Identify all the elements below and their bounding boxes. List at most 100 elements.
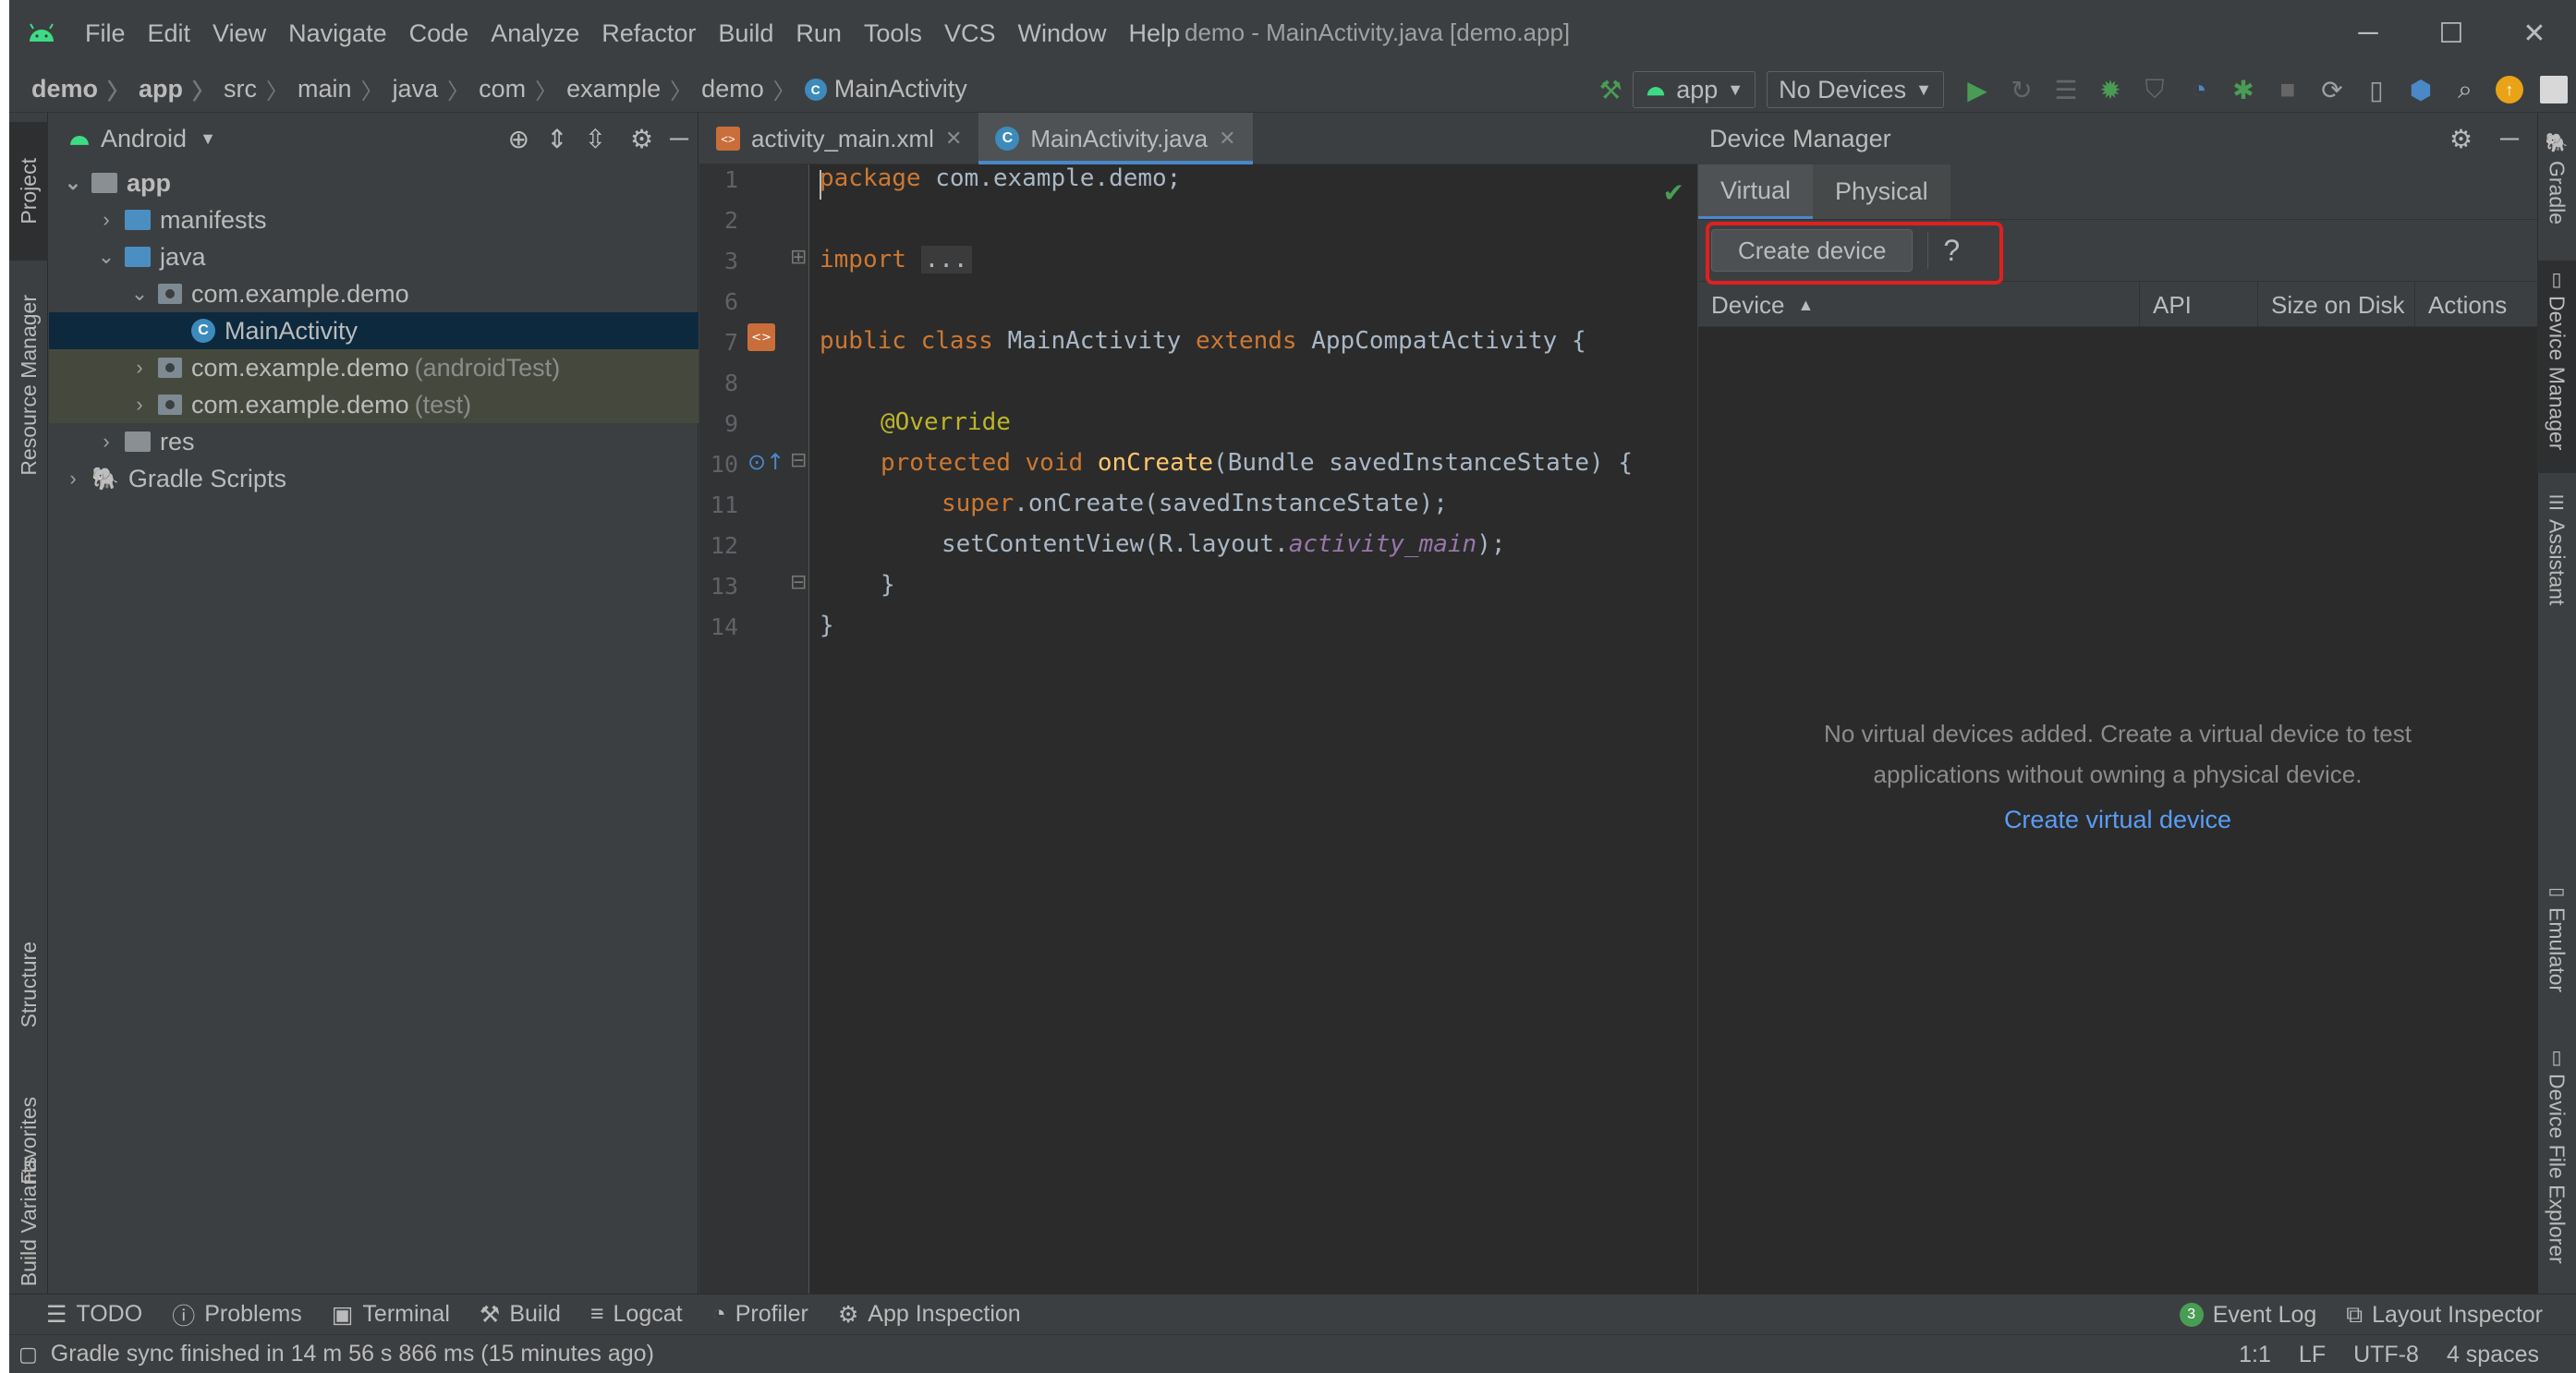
tab-project[interactable]: Project <box>9 122 48 261</box>
tool-todo[interactable]: ☰ TODO <box>31 1294 157 1335</box>
fold-icon[interactable]: ⊟ <box>790 571 807 594</box>
project-view-select[interactable]: Android <box>101 125 187 153</box>
sync-project-icon[interactable]: ⟳ <box>2310 67 2354 113</box>
debug-icon[interactable]: ✹ <box>2088 67 2132 113</box>
close-icon[interactable]: ✕ <box>2493 0 2576 67</box>
menu-tools[interactable]: Tools <box>853 0 933 67</box>
breadcrumb-item[interactable]: demo 〉 <box>9 73 139 105</box>
tab-device-manager[interactable]: ▯ Device Manager <box>2537 261 2576 473</box>
code-line[interactable]: public class MainActivity extends AppCom… <box>820 327 1586 355</box>
apply-changes-icon[interactable]: ↻ <box>1999 67 2044 113</box>
code-line[interactable]: protected void onCreate(Bundle savedInst… <box>881 449 1633 477</box>
update-icon[interactable]: ↑ <box>2487 67 2532 113</box>
chevron-down-icon[interactable]: ⌄ <box>128 282 151 306</box>
menu-refactor[interactable]: Refactor <box>590 0 707 67</box>
hide-panel-icon[interactable]: ─ <box>670 124 688 153</box>
chevron-down-icon[interactable]: ⌄ <box>95 245 117 269</box>
code-line[interactable]: @Override <box>881 408 1011 436</box>
tool-app-inspection[interactable]: ⚙ App Inspection <box>823 1294 1036 1335</box>
search-icon[interactable]: ⌕ <box>2443 67 2487 113</box>
column-api[interactable]: API <box>2140 282 2258 328</box>
menu-build[interactable]: Build <box>707 0 784 67</box>
device-manager-icon[interactable]: ▯ <box>2354 67 2399 113</box>
code-line[interactable]: super.onCreate(savedInstanceState); <box>942 490 1448 517</box>
chevron-down-icon[interactable]: ⌄ <box>62 171 84 195</box>
tool-layout-inspector[interactable]: ⧉ Layout Inspector <box>2331 1294 2558 1335</box>
menu-view[interactable]: View <box>201 0 277 67</box>
tree-item-package[interactable]: ⌄ com.example.demo <box>49 275 699 312</box>
breadcrumb-item[interactable]: com 〉 <box>479 73 566 105</box>
minimize-icon[interactable]: ─ <box>2327 0 2410 67</box>
tree-item-manifests[interactable]: › manifests <box>49 201 699 238</box>
code-line[interactable]: package com.example.demo; <box>820 164 1181 192</box>
line-separator[interactable]: LF <box>2299 1342 2326 1368</box>
menu-code[interactable]: Code <box>398 0 480 67</box>
folded-imports[interactable]: ... <box>920 246 972 273</box>
create-virtual-device-link[interactable]: Create virtual device <box>1698 806 2537 834</box>
override-method-icon[interactable]: ⊙↑ <box>747 449 784 475</box>
code-line[interactable]: setContentView(R.layout.activity_main); <box>942 530 1506 558</box>
status-message[interactable]: Gradle sync finished in 14 m 56 s 866 ms… <box>51 1341 654 1367</box>
tab-resource-manager[interactable]: Resource Manager <box>9 270 48 501</box>
tab-gradle[interactable]: 🐘 Gradle <box>2537 131 2576 242</box>
hammer-icon[interactable]: ⚒ <box>1588 67 1633 113</box>
tree-item-app[interactable]: ⌄ app <box>49 164 699 201</box>
tab-emulator[interactable]: ▭ Emulator <box>2537 880 2576 1037</box>
tree-item-mainactivity[interactable]: C MainActivity <box>49 312 699 349</box>
tool-build[interactable]: ⚒ Build <box>465 1294 576 1335</box>
breadcrumb-item[interactable]: demo 〉 <box>701 73 805 105</box>
collapse-all-icon[interactable]: ⇳ <box>585 124 606 154</box>
run-icon[interactable]: ▶ <box>1955 67 1999 113</box>
coverage-icon[interactable]: ⛉ <box>2132 67 2177 113</box>
breadcrumb-item[interactable]: src 〉 <box>224 73 298 105</box>
tree-item-package-androidtest[interactable]: › com.example.demo (androidTest) <box>49 349 699 386</box>
code-line[interactable]: } <box>820 612 834 639</box>
indent-setting[interactable]: 4 spaces <box>2447 1342 2539 1368</box>
chevron-right-icon[interactable]: › <box>95 208 117 232</box>
fold-icon[interactable]: ⊟ <box>790 449 807 472</box>
tree-item-gradle-scripts[interactable]: › 🐘 Gradle Scripts <box>49 460 699 497</box>
tab-device-file-explorer[interactable]: ▯ Device File Explorer <box>2537 1046 2576 1286</box>
attach-debugger-icon[interactable]: ✱ <box>2221 67 2266 113</box>
stop-icon[interactable]: ■ <box>2266 67 2310 113</box>
tool-logcat[interactable]: ≡ Logcat <box>576 1294 698 1335</box>
run-config-select[interactable]: app ▼ <box>1633 71 1756 108</box>
close-icon[interactable]: ✕ <box>1219 127 1235 151</box>
sdk-manager-icon[interactable]: ⬢ <box>2399 67 2443 113</box>
gear-icon[interactable]: ⚙ <box>630 124 653 154</box>
menu-window[interactable]: Window <box>1006 0 1117 67</box>
tab-build-variants[interactable]: Build Variants <box>9 1092 48 1286</box>
menu-navigate[interactable]: Navigate <box>277 0 398 67</box>
tab-physical[interactable]: Physical <box>1813 164 1950 219</box>
expand-all-icon[interactable]: ⇕ <box>546 124 567 154</box>
tree-item-package-test[interactable]: › com.example.demo (test) <box>49 386 699 423</box>
breadcrumb-item[interactable]: app 〉 <box>139 73 224 105</box>
tool-terminal[interactable]: ▣ Terminal <box>317 1294 465 1335</box>
caret-position[interactable]: 1:1 <box>2239 1342 2271 1368</box>
locate-icon[interactable]: ⊕ <box>508 124 529 154</box>
breadcrumb-item[interactable]: C MainActivity <box>804 75 967 103</box>
menu-run[interactable]: Run <box>784 0 853 67</box>
maximize-icon[interactable]: ☐ <box>2410 0 2493 67</box>
code-line[interactable]: } <box>881 571 895 599</box>
menu-edit[interactable]: Edit <box>137 0 202 67</box>
tool-problems[interactable]: ⓘ Problems <box>157 1294 317 1335</box>
menu-analyze[interactable]: Analyze <box>480 0 590 67</box>
layout-gutter-icon[interactable]: <> <box>747 323 775 351</box>
chevron-right-icon[interactable]: › <box>95 430 117 454</box>
breadcrumb-item[interactable]: java 〉 <box>393 73 480 105</box>
tab-mainactivity-java[interactable]: C MainActivity.java ✕ <box>978 113 1253 164</box>
no-problems-icon[interactable]: ✔ <box>1663 177 1684 208</box>
tab-activity-main-xml[interactable]: <> activity_main.xml ✕ <box>699 113 978 164</box>
menu-file[interactable]: File <box>74 0 137 67</box>
breadcrumb-item[interactable]: main 〉 <box>298 73 393 105</box>
close-icon[interactable]: ✕ <box>945 127 962 151</box>
device-select[interactable]: No Devices ▼ <box>1767 71 1944 108</box>
fold-icon[interactable]: ⊞ <box>790 246 807 269</box>
column-device[interactable]: Device ▲ <box>1698 282 2140 328</box>
panel-toggle-icon[interactable]: ▢ <box>18 1343 38 1367</box>
column-size-on-disk[interactable]: Size on Disk <box>2258 282 2415 328</box>
profile-icon[interactable]: ◔ <box>2177 67 2221 113</box>
chevron-right-icon[interactable]: › <box>128 356 151 380</box>
menu-vcs[interactable]: VCS <box>933 0 1007 67</box>
